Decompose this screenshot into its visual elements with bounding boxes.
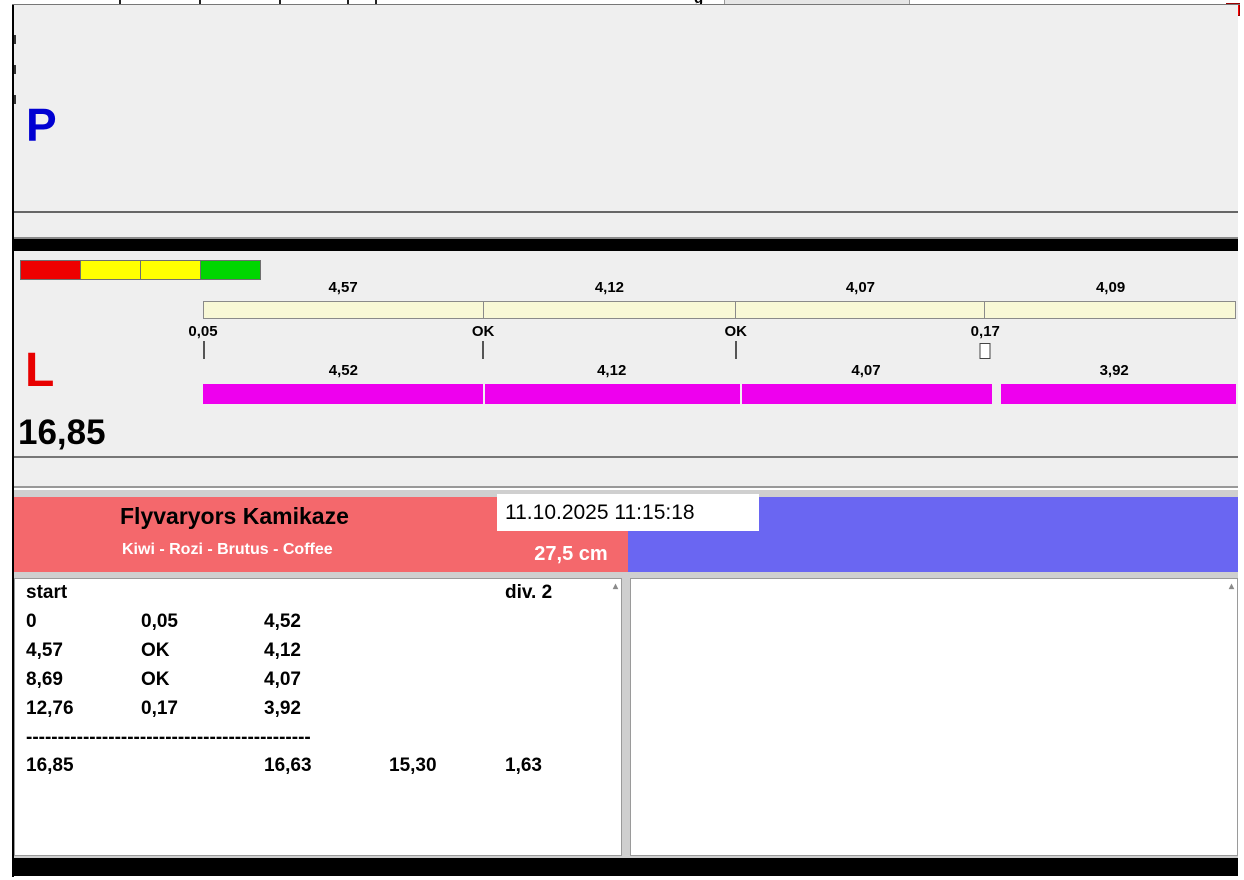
cell-split: 3,92 bbox=[264, 698, 301, 719]
split-label: 4,12 bbox=[594, 279, 625, 296]
cell-total: 4,57 bbox=[26, 640, 63, 661]
divider-strip bbox=[14, 211, 1238, 239]
status-strip bbox=[14, 456, 1238, 488]
dog-time-segment bbox=[1001, 384, 1237, 404]
cell-total: 12,76 bbox=[26, 698, 74, 719]
dog-time-segment bbox=[203, 384, 484, 404]
cell-start: OK bbox=[141, 640, 170, 661]
results-panel: start div. 2 0 0,05 4,52 4,57 OK 4,12 8,… bbox=[14, 578, 622, 856]
top-split-segment bbox=[985, 302, 1235, 318]
lane-l-label: L bbox=[25, 344, 55, 397]
table-row: 4,57 OK 4,12 bbox=[15, 640, 621, 669]
edge-mark bbox=[14, 95, 16, 104]
split-label: 4,09 bbox=[1095, 279, 1126, 296]
jump-height: 27,5 cm bbox=[534, 543, 608, 565]
secondary-panel: ▴ bbox=[630, 578, 1238, 856]
crossing-label: 0,05 bbox=[188, 323, 218, 340]
bottom-bar bbox=[12, 858, 1238, 876]
bottom-split-labels: 4,52 4,12 4,07 3,92 bbox=[203, 362, 1236, 379]
top-split-segment bbox=[736, 302, 985, 318]
crossing-tick bbox=[203, 341, 206, 359]
table-row: 8,69 OK 4,07 bbox=[15, 669, 621, 698]
legend-box-yellow bbox=[80, 260, 141, 280]
results-header-start: start bbox=[26, 582, 68, 603]
split-bars: 4,57 4,12 4,07 4,09 0,05 OK OK 0,17 4,52… bbox=[188, 251, 1237, 411]
top-split-bar bbox=[203, 301, 1236, 319]
results-header-row: start div. 2 bbox=[15, 582, 621, 611]
split-label: 3,92 bbox=[1099, 362, 1129, 379]
table-row: 0 0,05 4,52 bbox=[15, 611, 621, 640]
team-dogs: Kiwi - Rozi - Brutus - Coffee bbox=[122, 541, 333, 558]
split-label: 4,12 bbox=[597, 362, 627, 379]
left-lane-panel: L 16,85 4,57 4,12 4,07 4,09 0,05 OK OK 0… bbox=[14, 251, 1238, 456]
team-name: Flyvaryors Kamikaze bbox=[120, 503, 349, 529]
lane-total-time: 16,85 bbox=[18, 413, 106, 452]
top-split-segment bbox=[484, 302, 736, 318]
split-label: 4,57 bbox=[328, 279, 358, 296]
scroll-up-icon[interactable]: ▴ bbox=[613, 582, 618, 592]
total-time: 16,85 bbox=[26, 755, 74, 776]
legend-box-yellow bbox=[140, 260, 201, 280]
bottom-split-bar bbox=[203, 384, 1237, 404]
legend-box-red bbox=[20, 260, 81, 280]
dog-time-segment bbox=[485, 384, 741, 404]
edge-mark bbox=[14, 35, 16, 44]
flyball-timing-window: g P L 16,85 4,57 4,12 4,07 4,09 bbox=[0, 0, 1244, 880]
crossing-label: 0,17 bbox=[970, 323, 1000, 340]
crossing-labels: 0,05 OK OK 0,17 bbox=[188, 323, 1236, 340]
crossing-ticks bbox=[203, 341, 1236, 361]
heat-results-area: Flyvaryors Kamikaze Kiwi - Rozi - Brutus… bbox=[14, 490, 1238, 858]
cell-start: OK bbox=[141, 669, 170, 690]
crossing-label: OK bbox=[471, 323, 495, 340]
total-diff: 1,63 bbox=[505, 755, 542, 776]
cell-split: 4,52 bbox=[264, 611, 301, 632]
results-division: div. 2 bbox=[505, 582, 553, 603]
cell-total: 0 bbox=[26, 611, 37, 632]
cell-split: 4,07 bbox=[264, 669, 301, 690]
total-sum: 16,63 bbox=[264, 755, 312, 776]
crossing-marker-box bbox=[979, 343, 991, 359]
crossing-tick bbox=[734, 341, 737, 359]
split-label: 4,07 bbox=[845, 279, 876, 296]
datetime-text: 11.10.2025 11:15:18 bbox=[505, 500, 695, 524]
lane-separator-bar bbox=[12, 239, 1238, 251]
cell-split: 4,12 bbox=[264, 640, 301, 661]
crossing-label: OK bbox=[724, 323, 747, 340]
edge-mark bbox=[14, 65, 16, 74]
table-row: 12,76 0,17 3,92 bbox=[15, 698, 621, 727]
cell-total: 8,69 bbox=[26, 669, 63, 690]
results-separator: ----------------------------------------… bbox=[26, 727, 311, 748]
cell-start: 0,17 bbox=[141, 698, 178, 719]
right-lane-panel: P bbox=[14, 5, 1238, 211]
crossing-tick bbox=[482, 341, 485, 359]
datetime-box: 11.10.2025 11:15:18 bbox=[497, 494, 759, 531]
results-total-row: 16,85 16,63 15,30 1,63 bbox=[15, 755, 621, 784]
dog-time-segment bbox=[742, 384, 993, 404]
top-split-labels: 4,57 4,12 4,07 4,09 bbox=[203, 279, 1236, 296]
top-split-segment bbox=[204, 302, 484, 318]
split-label: 4,52 bbox=[328, 362, 358, 379]
lane-p-label: P bbox=[26, 99, 57, 151]
split-label: 4,07 bbox=[851, 362, 881, 379]
total-best: 15,30 bbox=[389, 755, 437, 776]
cell-start: 0,05 bbox=[141, 611, 178, 632]
scroll-up-icon[interactable]: ▴ bbox=[1229, 582, 1234, 592]
